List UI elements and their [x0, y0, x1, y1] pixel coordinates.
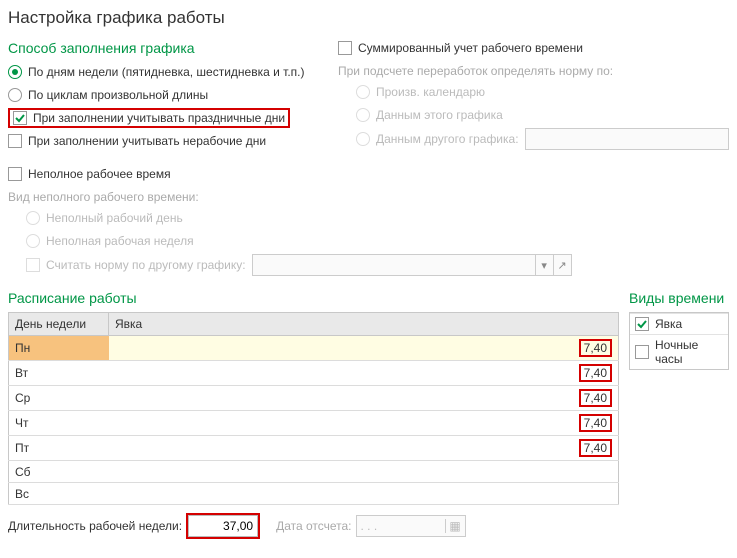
other-norm-select: ▾ ↗: [252, 254, 572, 276]
cell-mid[interactable]: [109, 361, 569, 386]
table-row: Пн 7,40: [9, 336, 619, 361]
checkbox-summed-label: Суммированный учет рабочего времени: [358, 41, 583, 55]
fill-method-heading: Способ заполнения графика: [8, 40, 308, 56]
table-row: Вс: [9, 483, 619, 505]
checkbox-holidays-label: При заполнении учитывать праздничные дни: [33, 111, 285, 125]
checkbox-holidays[interactable]: [13, 111, 27, 125]
time-type-item[interactable]: Ночные часы: [630, 334, 728, 369]
cell-day[interactable]: Вс: [9, 483, 109, 505]
cell-mid[interactable]: [109, 461, 569, 483]
table-row: Вт 7,40: [9, 361, 619, 386]
holidays-highlight: При заполнении учитывать праздничные дни: [8, 108, 290, 128]
table-row: Чт 7,40: [9, 411, 619, 436]
other-graph-select: [525, 128, 729, 150]
summed-sublabel: При подсчете переработок определять норм…: [338, 64, 729, 78]
schedule-table: День недели Явка Пн 7,40 Вт 7,40 Ср: [8, 312, 619, 505]
cell-value[interactable]: 7,40: [569, 336, 619, 361]
cell-value[interactable]: 7,40: [569, 361, 619, 386]
radio-by-days[interactable]: [8, 65, 22, 79]
cell-day[interactable]: Ср: [9, 386, 109, 411]
col-day[interactable]: День недели: [9, 313, 109, 336]
radio-other-graph: [356, 132, 370, 146]
checkbox-other-norm-label: Считать норму по другому графику:: [46, 258, 246, 272]
time-types-list: Явка Ночные часы: [629, 312, 729, 370]
checkbox-parttime[interactable]: [8, 167, 22, 181]
table-row: Пт 7,40: [9, 436, 619, 461]
date-input: . . . ▦: [356, 515, 466, 537]
checkbox-parttime-label: Неполное рабочее время: [28, 167, 171, 181]
cell-day[interactable]: Сб: [9, 461, 109, 483]
cell-value[interactable]: 7,40: [569, 436, 619, 461]
date-label: Дата отсчета:: [276, 519, 351, 533]
time-types-heading: Виды времени: [629, 290, 729, 306]
time-type-label: Явка: [655, 317, 682, 331]
external-icon: ↗: [553, 255, 571, 275]
radio-partweek-label: Неполная рабочая неделя: [46, 234, 194, 248]
checkbox-type-night[interactable]: [635, 345, 649, 359]
table-row: Ср 7,40: [9, 386, 619, 411]
dropdown-icon: ▾: [535, 255, 553, 275]
week-len-label: Длительность рабочей недели:: [8, 519, 182, 533]
cell-mid[interactable]: [109, 386, 569, 411]
radio-other-graph-label: Данным другого графика:: [376, 132, 519, 146]
cell-value[interactable]: [569, 483, 619, 505]
radio-partday: [26, 211, 40, 225]
week-len-input[interactable]: [188, 515, 258, 537]
col-attend[interactable]: Явка: [109, 313, 619, 336]
cell-mid[interactable]: [109, 336, 569, 361]
cell-day[interactable]: Пн: [9, 336, 109, 361]
week-len-highlight: [186, 513, 260, 539]
cell-day[interactable]: Вт: [9, 361, 109, 386]
time-type-item[interactable]: Явка: [630, 313, 728, 334]
checkbox-summed[interactable]: [338, 41, 352, 55]
radio-this-graph: [356, 108, 370, 122]
radio-by-cycles-label: По циклам произвольной длины: [28, 88, 208, 102]
cell-value[interactable]: [569, 461, 619, 483]
page-title: Настройка графика работы: [8, 8, 729, 28]
parttime-type-label: Вид неполного рабочего времени:: [8, 190, 729, 204]
cell-day[interactable]: Чт: [9, 411, 109, 436]
cell-day[interactable]: Пт: [9, 436, 109, 461]
date-value: . . .: [357, 519, 445, 533]
cell-mid[interactable]: [109, 436, 569, 461]
checkbox-nonwork[interactable]: [8, 134, 22, 148]
radio-partweek: [26, 234, 40, 248]
radio-calendar: [356, 85, 370, 99]
checkbox-nonwork-label: При заполнении учитывать нерабочие дни: [28, 134, 266, 148]
table-row: Сб: [9, 461, 619, 483]
radio-by-cycles[interactable]: [8, 88, 22, 102]
time-type-label: Ночные часы: [655, 338, 723, 366]
cell-value[interactable]: 7,40: [569, 386, 619, 411]
cell-mid[interactable]: [109, 483, 569, 505]
radio-this-graph-label: Данным этого графика: [376, 108, 503, 122]
checkbox-type-attend[interactable]: [635, 317, 649, 331]
cell-value[interactable]: 7,40: [569, 411, 619, 436]
radio-by-days-label: По дням недели (пятидневка, шестидневка …: [28, 65, 305, 79]
checkbox-other-norm: [26, 258, 40, 272]
schedule-heading: Расписание работы: [8, 290, 619, 306]
calendar-icon: ▦: [445, 519, 465, 533]
radio-calendar-label: Произв. календарю: [376, 85, 485, 99]
radio-partday-label: Неполный рабочий день: [46, 211, 183, 225]
cell-mid[interactable]: [109, 411, 569, 436]
